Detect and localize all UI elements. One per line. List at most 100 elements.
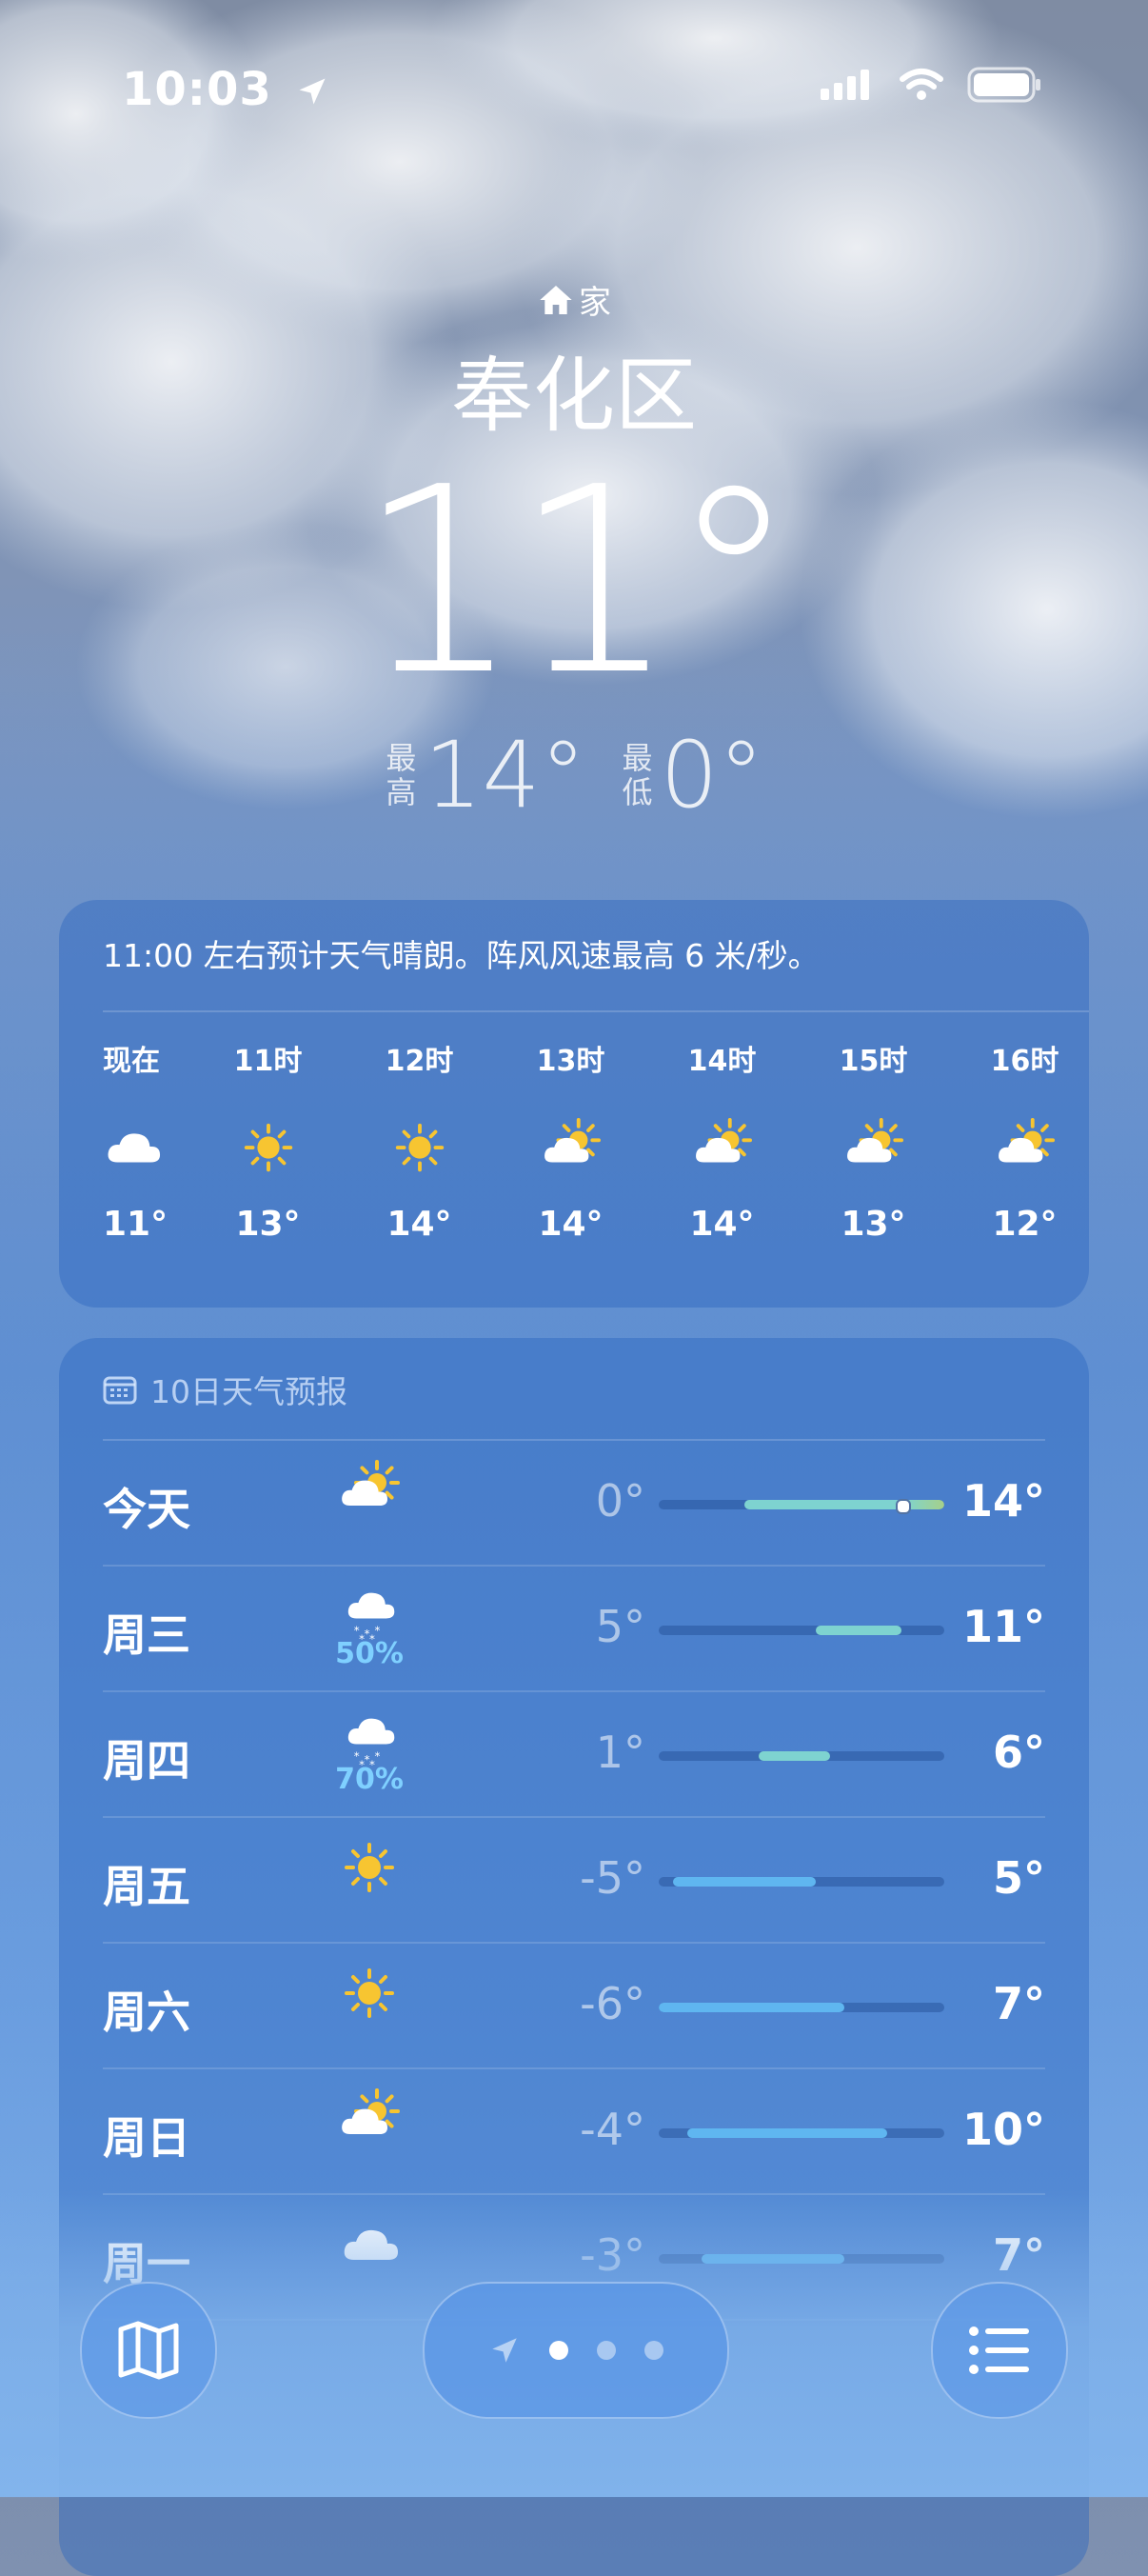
high-temp: 14° bbox=[961, 1475, 1045, 1527]
partly-sunny-icon bbox=[342, 2088, 400, 2134]
hour-label: 13时 bbox=[536, 1045, 605, 1078]
hour-icon bbox=[996, 1090, 1055, 1205]
hour-item: 现在 11° bbox=[103, 1033, 192, 1244]
hour-label: 16时 bbox=[990, 1045, 1059, 1078]
hour-item: 11时 13° bbox=[192, 1033, 344, 1244]
snow-icon: * * * * * bbox=[347, 1718, 395, 1767]
forecast-row[interactable]: 周四 * * * * * 70% 1° 6° bbox=[103, 1692, 1045, 1818]
home-indicator: 家 bbox=[0, 276, 1148, 323]
hour-temp: 14° bbox=[386, 1205, 452, 1244]
hour-temp: 14° bbox=[689, 1205, 755, 1244]
page-dot[interactable] bbox=[597, 2341, 616, 2360]
current-temperature: 11° bbox=[357, 431, 799, 731]
day-label: 今天 bbox=[103, 1484, 190, 1535]
hour-item: 13时 14° bbox=[495, 1033, 646, 1244]
battery-icon bbox=[967, 67, 1040, 103]
low-temp: 5° bbox=[595, 1601, 645, 1652]
page-indicator[interactable] bbox=[423, 2282, 729, 2419]
low-temp: 1° bbox=[595, 1727, 645, 1778]
low-temp: 0° bbox=[660, 722, 764, 829]
hour-temp: 13° bbox=[235, 1205, 301, 1244]
day-label: 周日 bbox=[103, 2112, 190, 2164]
high-temp: 7° bbox=[992, 1978, 1045, 2029]
hour-icon bbox=[542, 1090, 601, 1205]
temp-range-fill bbox=[744, 1500, 944, 1509]
day-icon: * * * * * 70% bbox=[322, 1711, 417, 1797]
hour-item: 14时 14° bbox=[646, 1033, 798, 1244]
low-label: 最低 bbox=[622, 740, 653, 810]
forecast-row[interactable]: 周三 * * * * * 50% 5° 11° bbox=[103, 1567, 1045, 1692]
cellular-signal-icon bbox=[821, 70, 869, 100]
temp-range-fill bbox=[673, 1877, 816, 1887]
list-icon bbox=[969, 2326, 1029, 2374]
low-temp: -6° bbox=[580, 1978, 645, 2029]
sun-icon bbox=[345, 1843, 394, 1892]
ten-day-header: 10日天气预报 bbox=[103, 1367, 347, 1412]
partly-sunny-icon bbox=[342, 1460, 400, 1506]
forecast-row[interactable]: 周日 -4° 10° bbox=[103, 2069, 1045, 2195]
snow-icon: * * * * * bbox=[347, 1592, 395, 1641]
current-weather: 家 奉化区 11° 最高 14° 最低 0° bbox=[0, 276, 1148, 829]
status-bar: 10:03 bbox=[0, 57, 1148, 133]
hour-icon bbox=[693, 1090, 752, 1205]
wifi-icon bbox=[900, 69, 943, 100]
divider bbox=[103, 1010, 1089, 1012]
hourly-forecast-card[interactable]: 11:00 左右预计天气晴朗。阵风风速最高 6 米/秒。 现在 11° 11时 1… bbox=[59, 900, 1089, 1308]
precip-chance: 50% bbox=[335, 1637, 404, 1670]
high-temp: 14° bbox=[424, 722, 586, 829]
day-label: 周六 bbox=[103, 1987, 190, 2038]
day-icon bbox=[322, 1963, 417, 2048]
day-label: 周三 bbox=[103, 1609, 190, 1661]
temp-range-bar bbox=[659, 1751, 944, 1761]
temp-range-bar bbox=[659, 1877, 944, 1887]
clock: 10:03 bbox=[122, 63, 329, 116]
hour-icon bbox=[844, 1090, 903, 1205]
precip-chance: 70% bbox=[335, 1763, 404, 1796]
forecast-row[interactable]: 周六 -6° 7° bbox=[103, 1944, 1045, 2069]
svg-text:*: * bbox=[374, 1624, 380, 1637]
hour-item: 15时 13° bbox=[798, 1033, 949, 1244]
hour-label: 12时 bbox=[385, 1045, 454, 1078]
partly-sunny-icon bbox=[998, 1118, 1055, 1163]
day-icon bbox=[322, 1460, 417, 1546]
temp-range-bar bbox=[659, 2128, 944, 2138]
temp-range-bar bbox=[659, 1626, 944, 1635]
daily-list[interactable]: 今天 0° 14° 周三 * * * * * 50% 5° 11° 周四 * * * * * 7… bbox=[103, 1441, 1045, 2321]
temp-range-fill bbox=[816, 1626, 901, 1635]
map-icon bbox=[118, 2321, 179, 2380]
low-temp: -4° bbox=[580, 2104, 645, 2155]
hourly-summary: 11:00 左右预计天气晴朗。阵风风速最高 6 米/秒。 bbox=[103, 937, 820, 974]
high-temp: 11° bbox=[961, 1601, 1045, 1652]
location-arrow-icon bbox=[492, 2338, 517, 2363]
high-low: 最高 14° 最低 0° bbox=[0, 722, 1148, 829]
high-temp: 6° bbox=[992, 1727, 1045, 1778]
sun-icon bbox=[244, 1123, 292, 1172]
current-temp-dot bbox=[896, 1499, 911, 1514]
hour-temp: 12° bbox=[992, 1205, 1058, 1244]
hour-label: 14时 bbox=[687, 1045, 757, 1078]
home-label: 家 bbox=[579, 284, 611, 322]
hour-temp: 14° bbox=[538, 1205, 604, 1244]
high-label: 最高 bbox=[386, 740, 417, 810]
cloud-icon bbox=[108, 1133, 161, 1163]
hourly-list[interactable]: 现在 11° 11时 13° 12时 14° 13时 14° 14时 14° 15时 13… bbox=[103, 1033, 1140, 1244]
map-button[interactable] bbox=[80, 2282, 217, 2419]
hour-item: 16时 12° bbox=[949, 1033, 1100, 1244]
page-dot[interactable] bbox=[644, 2341, 663, 2360]
city-name: 奉化区 bbox=[451, 349, 697, 444]
hour-label: 15时 bbox=[839, 1045, 908, 1078]
forecast-row[interactable]: 今天 0° 14° bbox=[103, 1441, 1045, 1567]
hour-icon bbox=[390, 1090, 449, 1205]
sun-icon bbox=[345, 1968, 394, 2018]
page-dot-active[interactable] bbox=[549, 2341, 568, 2360]
house-icon bbox=[540, 285, 572, 314]
location-list-button[interactable] bbox=[931, 2282, 1068, 2419]
day-icon bbox=[322, 2088, 417, 2174]
day-icon: * * * * * 50% bbox=[322, 1586, 417, 1671]
hour-label: 11时 bbox=[233, 1045, 303, 1078]
temp-range-fill bbox=[687, 2128, 887, 2138]
forecast-row[interactable]: 周五 -5° 5° bbox=[103, 1818, 1045, 1944]
hour-item: 12时 14° bbox=[344, 1033, 495, 1244]
ten-day-title: 10日天气预报 bbox=[150, 1373, 347, 1410]
hour-icon bbox=[103, 1090, 162, 1205]
